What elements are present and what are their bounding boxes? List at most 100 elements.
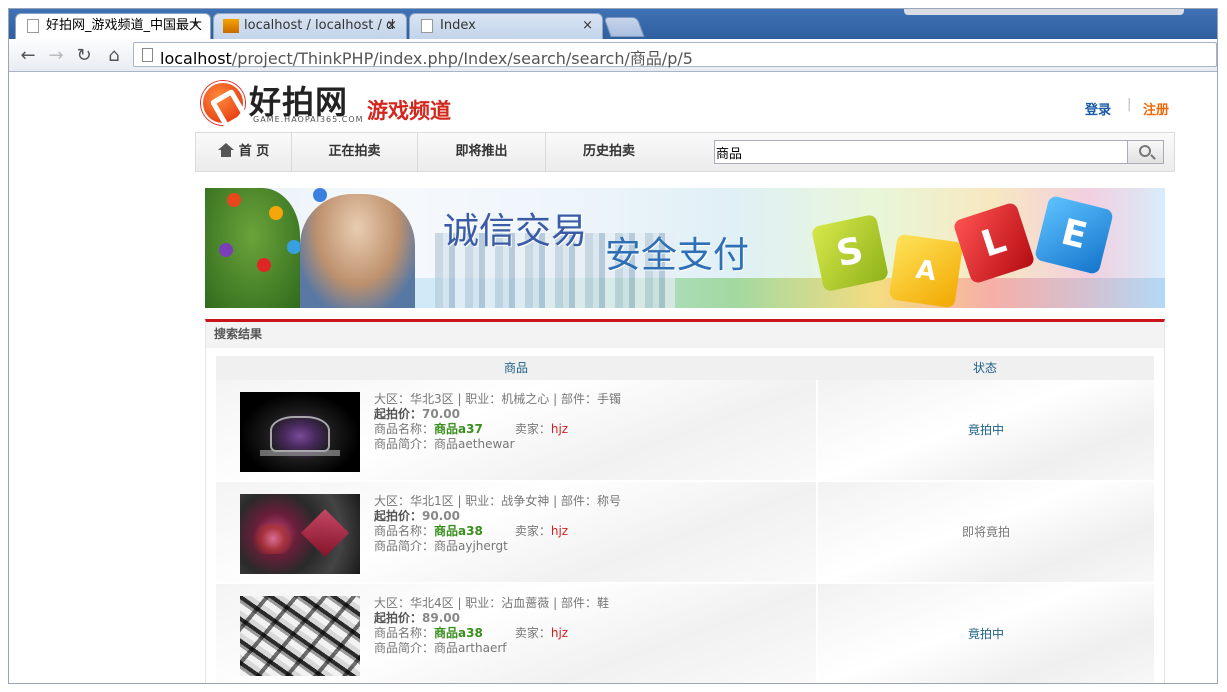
- home-icon[interactable]: ⌂: [103, 45, 125, 67]
- main-nav: 首 页 正在拍卖 即将推出 历史拍卖: [195, 132, 1175, 172]
- table-row: 大区：华北3区 | 职业：机械之心 | 部件：手镯 起拍价：70.00 商品名称…: [216, 380, 1154, 480]
- name-label: 商品名称：: [374, 422, 435, 436]
- tab-index[interactable]: Index ×: [409, 13, 603, 39]
- back-arrow-icon[interactable]: ←: [17, 45, 39, 67]
- item-price: 70.00: [422, 407, 460, 421]
- item-region-line: 大区：华北1区 | 职业：战争女神 | 部件：称号: [374, 494, 621, 508]
- status-cell: 竟拍中: [818, 584, 1154, 683]
- sale-cube-l: L: [952, 201, 1036, 285]
- new-tab-button[interactable]: [603, 17, 645, 37]
- goods-cell: 大区：华北4区 | 职业：沾血蔷薇 | 部件：鞋 起拍价：89.00 商品名称：…: [216, 584, 816, 683]
- item-info: 大区：华北4区 | 职业：沾血蔷薇 | 部件：鞋 起拍价：89.00 商品名称：…: [374, 596, 814, 656]
- item-name-link[interactable]: 商品a38: [434, 626, 483, 640]
- item-seller: hjz: [550, 524, 569, 538]
- seller-label: 卖家：: [514, 422, 551, 436]
- item-info: 大区：华北3区 | 职业：机械之心 | 部件：手镯 起拍价：70.00 商品名称…: [374, 392, 814, 452]
- logo-domain: GAME.HAOPAI365.COM: [253, 115, 364, 124]
- goods-cell: 大区：华北1区 | 职业：战争女神 | 部件：称号 起拍价：90.00 商品名称…: [216, 482, 816, 582]
- ornament-icon: [227, 193, 241, 207]
- url-host: localhost: [160, 49, 232, 68]
- results-title: 搜索结果: [206, 322, 1164, 348]
- nav-upcoming[interactable]: 即将推出: [418, 133, 546, 171]
- item-price: 90.00: [422, 509, 460, 523]
- item-thumbnail-crown[interactable]: [240, 392, 360, 472]
- item-seller: hjz: [550, 422, 569, 436]
- item-region-line: 大区：华北3区 | 职业：机械之心 | 部件：手镯: [374, 392, 621, 406]
- auction-hammer-icon: [201, 81, 245, 125]
- status-cell: 即将竟拍: [818, 482, 1154, 582]
- nav-ongoing-auctions[interactable]: 正在拍卖: [292, 133, 418, 171]
- tree-illustration: [205, 188, 327, 308]
- column-header-goods: 商品: [503, 361, 528, 375]
- nav-home-label: 首 页: [238, 144, 270, 159]
- table-row: 大区：华北1区 | 职业：战争女神 | 部件：称号 起拍价：90.00 商品名称…: [216, 482, 1154, 582]
- seller-label: 卖家：: [514, 626, 551, 640]
- sale-cube-e: E: [1033, 194, 1115, 276]
- intro-label: 商品简介：: [374, 437, 435, 451]
- price-label: 起拍价：: [374, 509, 423, 523]
- seller-label: 卖家：: [514, 524, 551, 538]
- item-seller: hjz: [550, 626, 569, 640]
- url-path: /project/ThinkPHP/index.php/Index/search…: [231, 49, 693, 68]
- item-thumbnail-gems[interactable]: [240, 494, 360, 574]
- search-icon: [1139, 145, 1151, 157]
- item-info: 大区：华北1区 | 职业：战争女神 | 部件：称号 起拍价：90.00 商品名称…: [374, 494, 814, 554]
- table-header: 商品 状态: [216, 356, 1154, 380]
- site-logo[interactable]: 好拍网 GAME.HAOPAI365.COM 游戏频道: [201, 77, 471, 129]
- tab-haopai[interactable]: 好拍网_游戏频道_中国最大 ×: [15, 13, 211, 39]
- search-input[interactable]: [714, 140, 1128, 164]
- search-results-panel: 搜索结果 商品 状态 大区：华北3区 | 职业：机械之心 | 部件：手镯 起拍价…: [205, 319, 1165, 683]
- sale-cube-s: S: [810, 213, 890, 293]
- home-icon: [217, 143, 234, 157]
- web-page: 好拍网 GAME.HAOPAI365.COM 游戏频道 登录 | 注册 首 页 …: [9, 73, 1217, 683]
- logo-channel: 游戏频道: [367, 99, 451, 123]
- ornament-icon: [287, 240, 301, 254]
- nav-history[interactable]: 历史拍卖: [546, 133, 672, 171]
- price-label: 起拍价：: [374, 407, 423, 421]
- tab-title: Index: [440, 18, 476, 33]
- login-link[interactable]: 登录: [1085, 99, 1111, 118]
- url-text: localhost/project/ThinkPHP/index.php/Ind…: [160, 45, 693, 69]
- page-icon: [421, 19, 433, 33]
- tab-phpmyadmin[interactable]: localhost / localhost / d ×: [213, 13, 407, 39]
- reload-icon[interactable]: ↻: [73, 45, 95, 67]
- results-table: 商品 状态 大区：华北3区 | 职业：机械之心 | 部件：手镯 起拍价：70.0…: [216, 356, 1154, 683]
- price-label: 起拍价：: [374, 611, 423, 625]
- tab-title: 好拍网_游戏频道_中国最大: [46, 18, 203, 33]
- tab-title: localhost / localhost / d: [244, 18, 395, 33]
- item-price: 89.00: [422, 611, 460, 625]
- name-label: 商品名称：: [374, 524, 435, 538]
- ornament-icon: [257, 258, 271, 272]
- item-name-link[interactable]: 商品a37: [434, 422, 483, 436]
- table-row: 大区：华北4区 | 职业：沾血蔷薇 | 部件：鞋 起拍价：89.00 商品名称：…: [216, 584, 1154, 683]
- item-region-line: 大区：华北4区 | 职业：沾血蔷薇 | 部件：鞋: [374, 596, 609, 610]
- page-icon: [142, 48, 153, 62]
- close-icon[interactable]: ×: [190, 14, 201, 38]
- ornament-icon: [269, 206, 283, 220]
- forward-arrow-icon[interactable]: →: [45, 45, 67, 67]
- item-name-link[interactable]: 商品a38: [434, 524, 483, 538]
- close-icon[interactable]: ×: [582, 14, 593, 38]
- item-intro: 商品aethewar: [434, 437, 515, 451]
- browser-window: 好拍网_游戏频道_中国最大 × localhost / localhost / …: [8, 8, 1218, 684]
- name-label: 商品名称：: [374, 626, 435, 640]
- page-icon: [27, 19, 39, 33]
- search-button[interactable]: [1128, 140, 1164, 164]
- intro-label: 商品简介：: [374, 641, 435, 655]
- item-intro: 商品ayjhergt: [434, 539, 508, 553]
- header-separator: |: [1127, 97, 1132, 112]
- address-bar[interactable]: localhost/project/ThinkPHP/index.php/Ind…: [133, 42, 1217, 69]
- close-icon[interactable]: ×: [386, 14, 397, 38]
- window-controls-area: [904, 9, 1184, 15]
- promo-banner: 诚信交易 安全支付 S A L E: [205, 188, 1165, 308]
- column-header-status: 状态: [972, 361, 997, 375]
- browser-toolbar: ← → ↻ ⌂ localhost/project/ThinkPHP/index…: [9, 39, 1217, 72]
- ornament-icon: [219, 243, 233, 257]
- goods-cell: 大区：华北3区 | 职业：机械之心 | 部件：手镯 起拍价：70.00 商品名称…: [216, 380, 816, 480]
- tab-strip: 好拍网_游戏频道_中国最大 × localhost / localhost / …: [9, 9, 1217, 39]
- banner-slogan-trust: 诚信交易: [443, 211, 588, 252]
- sale-cube-a: A: [888, 233, 964, 308]
- item-thumbnail-tubes[interactable]: [240, 596, 360, 676]
- register-link[interactable]: 注册: [1143, 99, 1169, 118]
- nav-home[interactable]: 首 页: [196, 133, 292, 171]
